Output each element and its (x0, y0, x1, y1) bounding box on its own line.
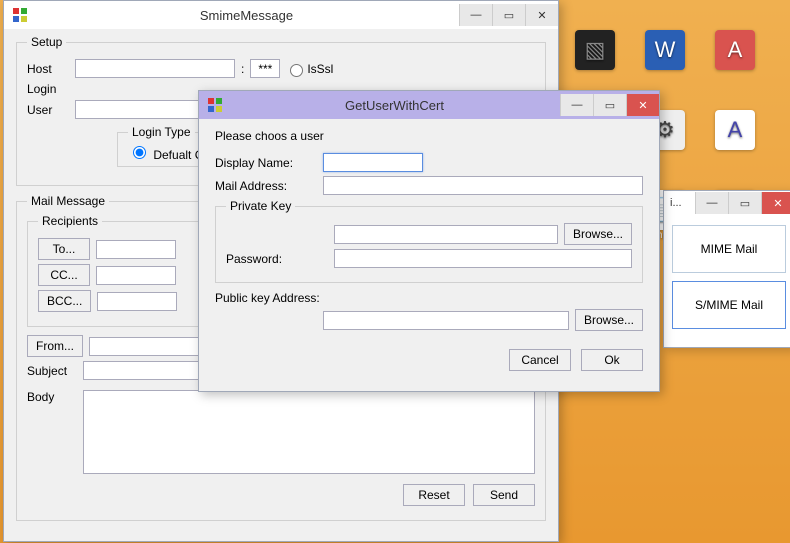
is-ssl-label: IsSsl (307, 62, 333, 76)
private-key-legend: Private Key (226, 199, 295, 213)
desktop-icon-pdf[interactable]: A (710, 30, 760, 90)
desktop-icon[interactable]: A (710, 110, 760, 170)
cancel-button[interactable]: Cancel (509, 349, 571, 371)
smime-mail-button[interactable]: S/MIME Mail (672, 281, 786, 329)
minimize-button[interactable]: — (695, 192, 728, 214)
reset-button[interactable]: Reset (403, 484, 465, 506)
is-ssl-radio[interactable] (290, 64, 303, 77)
close-button[interactable]: ✕ (761, 192, 790, 214)
cc-input[interactable] (96, 266, 176, 285)
user-label: User (27, 103, 75, 117)
default-login-label: Defualt C (153, 148, 203, 162)
login-type-legend: Login Type (128, 125, 195, 139)
get-user-dialog: GetUserWithCert — ▭ ✕ Please choos a use… (198, 90, 660, 392)
to-input[interactable] (96, 240, 176, 259)
host-input[interactable] (75, 59, 235, 78)
to-button[interactable]: To... (38, 238, 90, 260)
bcc-input[interactable] (97, 292, 177, 311)
display-name-label: Display Name: (215, 156, 323, 170)
port-input[interactable] (250, 59, 280, 78)
browse-private-key-button[interactable]: Browse... (564, 223, 632, 245)
close-button[interactable]: ✕ (525, 4, 558, 26)
maximize-button[interactable]: ▭ (492, 4, 525, 26)
password-label: Password: (226, 252, 334, 266)
body-textarea[interactable] (83, 390, 535, 474)
desktop-icon-word[interactable]: W (640, 30, 690, 90)
default-radio-row[interactable]: Defualt C (128, 148, 203, 162)
dialog-title: GetUserWithCert (229, 98, 560, 113)
dialog-instruction: Please choos a user (215, 129, 643, 143)
cc-button[interactable]: CC... (38, 264, 90, 286)
host-label: Host (27, 62, 75, 76)
public-key-input[interactable] (323, 311, 569, 330)
port-colon: : (241, 62, 244, 76)
main-titlebar: SmimeMessage — ▭ ✕ (4, 1, 558, 29)
subject-label: Subject (27, 364, 83, 378)
app-icon (12, 7, 28, 23)
ok-button[interactable]: Ok (581, 349, 643, 371)
display-name-input[interactable] (323, 153, 423, 172)
recipients-legend: Recipients (38, 214, 102, 228)
private-key-group: Private Key Browse... Password: (215, 199, 643, 283)
from-button[interactable]: From... (27, 335, 83, 357)
side-panel-window: i... — ▭ ✕ MIME Mail S/MIME Mail (663, 190, 790, 348)
login-label: Login (27, 82, 75, 96)
close-button[interactable]: ✕ (626, 94, 659, 116)
user-input[interactable] (75, 100, 215, 119)
default-login-radio[interactable] (133, 146, 146, 159)
mail-address-input[interactable] (323, 176, 643, 195)
desktop-icon[interactable]: ▧ (570, 30, 620, 90)
password-input[interactable] (334, 249, 632, 268)
mail-address-label: Mail Address: (215, 179, 323, 193)
minimize-button[interactable]: — (560, 94, 593, 116)
dialog-titlebar: GetUserWithCert — ▭ ✕ (199, 91, 659, 119)
bcc-button[interactable]: BCC... (38, 290, 91, 312)
app-icon (207, 97, 223, 113)
private-key-input[interactable] (334, 225, 558, 244)
public-key-label: Public key Address: (215, 291, 643, 305)
body-label: Body (27, 390, 83, 404)
send-button[interactable]: Send (473, 484, 535, 506)
maximize-button[interactable]: ▭ (728, 192, 761, 214)
minimize-button[interactable]: — (459, 4, 492, 26)
maximize-button[interactable]: ▭ (593, 94, 626, 116)
recipients-group: Recipients To... CC... BCC... (27, 214, 209, 327)
side-titlebar: i... — ▭ ✕ (664, 191, 790, 215)
main-window-title: SmimeMessage (34, 8, 459, 23)
browse-public-key-button[interactable]: Browse... (575, 309, 643, 331)
mail-message-legend: Mail Message (27, 194, 109, 208)
mime-mail-button[interactable]: MIME Mail (672, 225, 786, 273)
setup-legend: Setup (27, 35, 66, 49)
